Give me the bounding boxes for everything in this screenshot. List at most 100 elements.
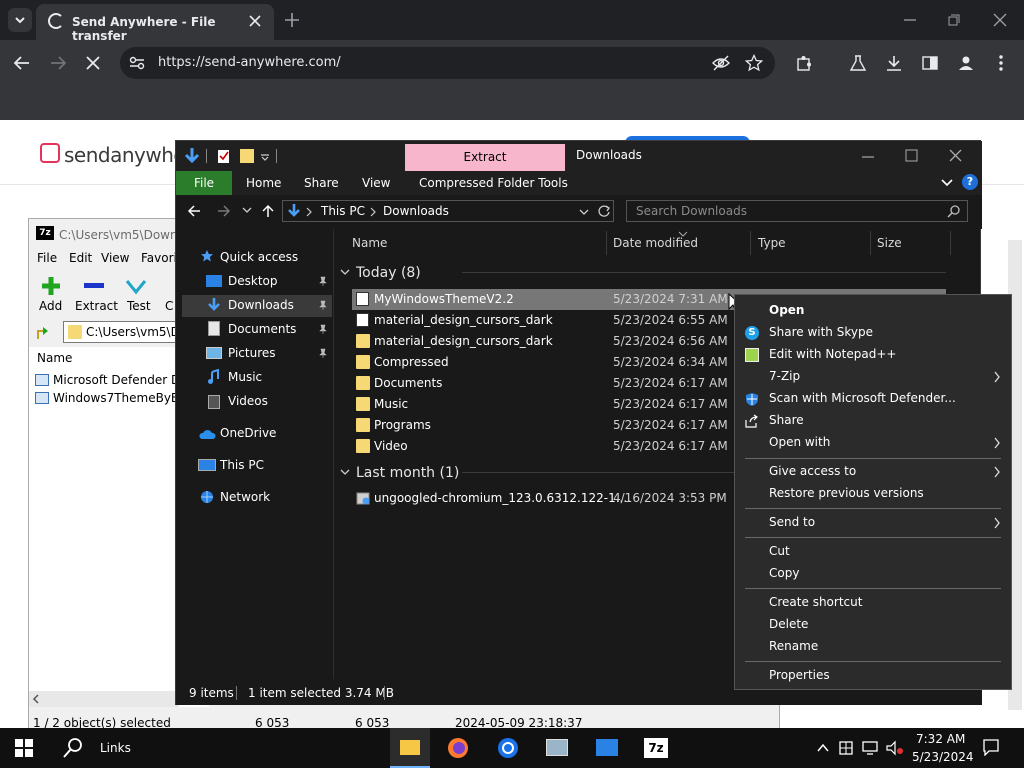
search-icon[interactable] xyxy=(947,204,961,218)
nav-videos[interactable]: Videos xyxy=(228,394,268,408)
tray-overflow-chevron-icon[interactable] xyxy=(816,742,830,754)
bookmark-star-icon[interactable] xyxy=(745,54,763,72)
menu-item-share[interactable]: Share xyxy=(735,410,1011,432)
nav-documents[interactable]: Documents xyxy=(228,322,296,336)
sevenzip-hscrollbar[interactable] xyxy=(29,691,179,707)
labs-flask-icon[interactable] xyxy=(849,54,867,72)
column-header-size[interactable]: Size xyxy=(877,236,902,250)
address-history-chevron-icon[interactable] xyxy=(579,207,589,217)
menu-item-open[interactable]: Open xyxy=(735,300,1011,322)
volume-muted-icon[interactable] xyxy=(886,740,904,756)
close-window-icon[interactable] xyxy=(992,12,1008,28)
nav-onedrive[interactable]: OneDrive xyxy=(220,426,276,440)
column-separator[interactable] xyxy=(870,231,871,255)
more-menu-icon[interactable] xyxy=(995,54,1007,72)
taskbar-remote-desktop[interactable] xyxy=(587,728,627,768)
test-button-label[interactable]: Test xyxy=(127,299,151,313)
close-tab-icon[interactable] xyxy=(248,14,262,28)
network-tray-icon[interactable] xyxy=(862,740,878,756)
sevenzip-menu-file[interactable]: File xyxy=(37,251,57,265)
pin-icon[interactable] xyxy=(318,300,328,310)
new-folder-icon[interactable] xyxy=(240,149,254,163)
properties-check-icon[interactable] xyxy=(216,148,232,164)
add-button-label[interactable]: Add xyxy=(39,299,62,313)
column-header-type[interactable]: Type xyxy=(758,236,786,250)
nav-network[interactable]: Network xyxy=(220,490,270,504)
extract-button-label[interactable]: Extract xyxy=(75,299,118,313)
sevenzip-menu-view[interactable]: View xyxy=(101,251,129,265)
menu-item-properties[interactable]: Properties xyxy=(735,665,1011,687)
back-arrow-icon[interactable] xyxy=(12,54,32,72)
group-today-header[interactable]: Today (8) xyxy=(356,265,421,281)
menu-item-copy[interactable]: Copy xyxy=(735,563,1011,585)
menu-item-create-shortcut[interactable]: Create shortcut xyxy=(735,592,1011,614)
pin-icon[interactable] xyxy=(318,276,328,286)
group-collapse-chevron-icon[interactable] xyxy=(340,467,350,477)
tab-search-button[interactable] xyxy=(8,8,32,32)
ribbon-tab-view[interactable]: View xyxy=(362,176,390,190)
ribbon-tab-file[interactable]: File xyxy=(176,171,232,195)
qat-dropdown-icon[interactable] xyxy=(260,151,270,161)
taskbar-7zip[interactable]: 7z xyxy=(636,728,676,768)
taskbar-chrome[interactable] xyxy=(488,728,528,768)
breadcrumb-separator-icon[interactable] xyxy=(369,207,377,217)
site-info-icon[interactable] xyxy=(128,55,146,71)
add-plus-icon[interactable] xyxy=(40,275,62,297)
copy-button-label[interactable]: C xyxy=(165,299,173,313)
breadcrumb-downloads[interactable]: Downloads xyxy=(383,204,449,218)
menu-item-delete[interactable]: Delete xyxy=(735,614,1011,636)
sevenzip-row-1[interactable]: Microsoft Defender Dis xyxy=(53,373,190,387)
nav-desktop[interactable]: Desktop xyxy=(228,274,278,288)
explorer-close-icon[interactable] xyxy=(948,148,964,164)
ribbon-tab-share[interactable]: Share xyxy=(304,176,339,190)
sevenzip-menu-favorites[interactable]: Favori xyxy=(141,251,177,265)
nav-this-pc[interactable]: This PC xyxy=(220,458,264,472)
menu-item-give-access-to[interactable]: Give access to xyxy=(735,461,1011,483)
minimize-icon[interactable] xyxy=(902,12,918,28)
up-folder-icon[interactable] xyxy=(35,323,53,341)
tray-app-icon[interactable] xyxy=(838,740,854,756)
recent-locations-chevron-icon[interactable] xyxy=(242,205,252,215)
breadcrumb-separator-icon[interactable] xyxy=(305,207,313,217)
extensions-puzzle-icon[interactable] xyxy=(795,54,813,72)
forward-arrow-icon[interactable] xyxy=(48,54,68,72)
column-separator[interactable] xyxy=(750,231,751,255)
nav-downloads[interactable]: Downloads xyxy=(228,298,294,312)
column-header-date-modified[interactable]: Date modified xyxy=(613,236,698,250)
menu-item-rename[interactable]: Rename xyxy=(735,636,1011,658)
test-check-icon[interactable] xyxy=(125,277,147,295)
column-header-name[interactable]: Name xyxy=(352,236,387,250)
explorer-minimize-icon[interactable] xyxy=(860,149,876,165)
download-icon[interactable] xyxy=(885,54,903,72)
taskbar-firefox[interactable] xyxy=(438,728,478,768)
menu-item-cut[interactable]: Cut xyxy=(735,541,1011,563)
explorer-back-icon[interactable] xyxy=(186,203,202,219)
group-last-month-header[interactable]: Last month (1) xyxy=(356,465,459,481)
nav-pictures[interactable]: Pictures xyxy=(228,346,276,360)
browser-tab[interactable]: Send Anywhere - File transfer xyxy=(36,4,274,43)
pin-icon[interactable] xyxy=(318,324,328,334)
ribbon-expand-chevron-icon[interactable] xyxy=(940,177,954,189)
sevenzip-menu-edit[interactable]: Edit xyxy=(69,251,92,265)
explorer-up-icon[interactable] xyxy=(260,203,276,219)
new-tab-icon[interactable] xyxy=(284,12,300,28)
menu-item-7zip[interactable]: 7-Zip xyxy=(735,366,1011,388)
menu-item-open-with[interactable]: Open with xyxy=(735,432,1011,454)
breadcrumb-this-pc[interactable]: This PC xyxy=(321,204,365,218)
nav-music[interactable]: Music xyxy=(228,370,262,384)
extract-minus-icon[interactable] xyxy=(83,281,105,291)
extract-contextual-tab[interactable]: Extract xyxy=(405,144,565,171)
pin-icon[interactable] xyxy=(318,348,328,358)
column-header-name[interactable]: Name xyxy=(37,351,72,365)
taskbar-image-viewer[interactable] xyxy=(537,728,577,768)
windows-start-icon[interactable] xyxy=(14,738,34,758)
side-panel-icon[interactable] xyxy=(921,54,939,72)
tracking-protection-eye-icon[interactable] xyxy=(711,54,731,72)
explorer-address-bar[interactable]: This PC Downloads xyxy=(282,200,614,222)
explorer-forward-icon[interactable] xyxy=(216,203,232,219)
scroll-left-icon[interactable] xyxy=(29,691,43,707)
menu-item-edit-with-notepadpp[interactable]: Edit with Notepad++ xyxy=(735,344,1011,366)
nav-quick-access[interactable]: Quick access xyxy=(220,250,298,264)
ribbon-tab-home[interactable]: Home xyxy=(246,176,281,190)
taskbar-file-explorer[interactable] xyxy=(390,728,430,768)
